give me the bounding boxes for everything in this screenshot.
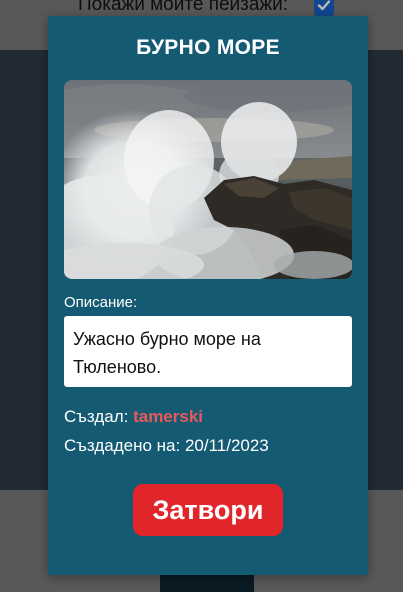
landscape-details-modal: БУРНО МОРЕ Описание: Ужасно бурно море н… [48,16,368,575]
created-by-line: Създал: tamerski [64,407,203,427]
created-on-line: Създадено на: 20/11/2023 [64,436,269,456]
creator-username-link[interactable]: tamerski [133,407,203,426]
created-on-date: 20/11/2023 [184,436,269,455]
created-on-label: Създадено на: [64,436,181,455]
created-by-label: Създал: [64,407,129,426]
description-label: Описание: [64,294,138,311]
modal-title: БУРНО МОРЕ [136,36,280,59]
close-button[interactable]: Затвори [133,484,283,536]
landscape-photo [64,80,352,279]
description-text: Ужасно бурно море на Тюленово. [64,316,352,387]
